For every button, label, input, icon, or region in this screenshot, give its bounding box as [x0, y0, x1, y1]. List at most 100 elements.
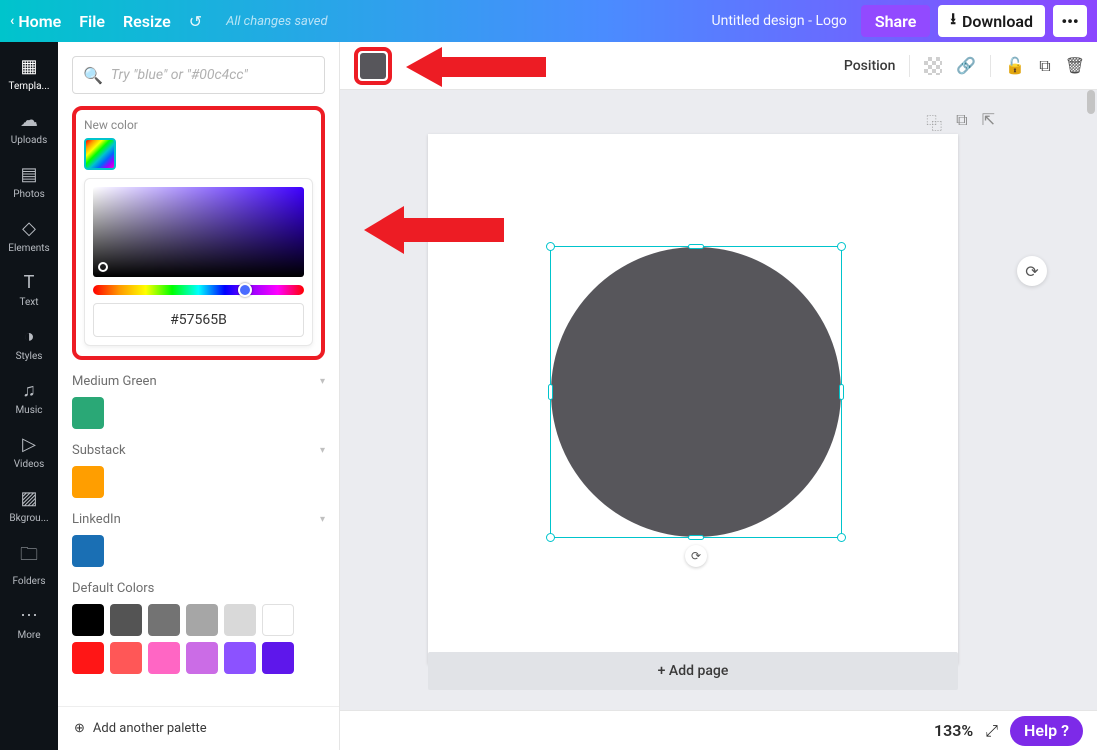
hue-slider[interactable]	[93, 285, 304, 295]
search-input[interactable]	[111, 67, 314, 83]
palette-title-substack[interactable]: Substack▾	[72, 443, 325, 458]
file-menu[interactable]: File	[79, 12, 105, 31]
selection-box[interactable]: ⟳	[550, 246, 842, 538]
rail-photos[interactable]: ▤Photos	[0, 156, 58, 210]
palette-title-linkedin[interactable]: LinkedIn▾	[72, 512, 325, 527]
download-button[interactable]: ⭳ Download	[938, 5, 1045, 37]
resize-handle-br[interactable]	[837, 533, 846, 542]
swatch-default[interactable]	[224, 604, 256, 636]
export-page-icon[interactable]: ⇱	[982, 110, 995, 134]
vertical-scrollbar[interactable]	[1085, 90, 1097, 710]
saturation-area[interactable]	[93, 187, 304, 277]
resize-handle-tr[interactable]	[837, 242, 846, 251]
rail-background[interactable]: ▨ Bkgrou...	[0, 480, 58, 534]
swatch-default[interactable]	[148, 604, 180, 636]
resize-handle-r[interactable]	[839, 384, 844, 400]
swatch-default[interactable]	[72, 642, 104, 674]
fullscreen-button[interactable]: ⤢	[985, 721, 998, 741]
design-title[interactable]: Untitled design - Logo	[712, 13, 847, 29]
background-icon: ▨	[0, 488, 58, 509]
text-icon: T	[0, 272, 58, 293]
chevron-left-icon: ‹	[10, 13, 14, 29]
swatch-default[interactable]	[186, 604, 218, 636]
delete-button[interactable]: 🗑	[1065, 56, 1085, 75]
rail-folders[interactable]: 🗀Folders	[0, 534, 58, 597]
resize-handle-b[interactable]	[688, 535, 704, 540]
rail-more[interactable]: ⋯More	[0, 597, 58, 651]
add-new-color-swatch[interactable]	[84, 138, 116, 170]
canvas-area: Position 🔗 🔓 ⧉ 🗑 ⿻ ⧉ ⇱	[340, 42, 1097, 750]
rail-elements[interactable]: ◇ Elements	[0, 210, 58, 264]
help-label: Help	[1024, 721, 1057, 740]
save-status: All changes saved	[226, 14, 327, 29]
hue-thumb[interactable]	[238, 283, 252, 297]
zoom-level[interactable]: 133%	[934, 721, 973, 740]
rail-label: Text	[0, 297, 58, 308]
rotate-handle[interactable]: ⟳	[685, 545, 707, 567]
plus-icon: ⊕	[74, 721, 85, 736]
transparency-button[interactable]	[924, 57, 942, 75]
scrollbar-thumb[interactable]	[1087, 90, 1095, 114]
palette-title-label: LinkedIn	[72, 512, 121, 527]
rail-label: Bkgrou...	[0, 513, 58, 524]
resize-menu[interactable]: Resize	[123, 12, 171, 31]
default-colors-title: Default Colors	[72, 581, 325, 596]
duplicate-button[interactable]: ⧉	[1039, 56, 1050, 76]
more-button[interactable]: •••	[1053, 5, 1087, 37]
resize-handle-bl[interactable]	[546, 533, 555, 542]
chevron-down-icon: ▾	[320, 376, 325, 387]
circle-shape[interactable]	[551, 247, 841, 537]
music-icon: ♫	[0, 380, 58, 401]
bottom-bar: 133% ⤢ Help?	[340, 710, 1097, 750]
rail-videos[interactable]: ▷Videos	[0, 426, 58, 480]
more-icon: ⋯	[0, 605, 58, 626]
back-home-button[interactable]: ‹ Home	[10, 12, 61, 31]
rail-uploads[interactable]: ☁Uploads	[0, 102, 58, 156]
fill-color-button[interactable]	[360, 53, 386, 79]
rail-music[interactable]: ♫Music	[0, 372, 58, 426]
swatch-default[interactable]	[186, 642, 218, 674]
swatch-substack[interactable]	[72, 466, 104, 498]
link-button[interactable]: 🔗	[956, 56, 976, 75]
rail-templates[interactable]: ▦Templa...	[0, 48, 58, 102]
hex-input[interactable]: #57565B	[93, 303, 304, 337]
swatch-default[interactable]	[262, 642, 294, 674]
stage[interactable]: ⿻ ⧉ ⇱ ⟳ ⟳ + Add page	[340, 90, 1097, 710]
elements-icon: ◇	[0, 218, 58, 239]
top-bar: ‹ Home File Resize ↺ All changes saved U…	[0, 0, 1097, 42]
rail-text[interactable]: T Text	[0, 264, 58, 318]
resize-handle-tl[interactable]	[546, 242, 555, 251]
swatch-medium-green[interactable]	[72, 397, 104, 429]
copy-page-icon[interactable]: ⿻	[926, 110, 942, 134]
swatch-default[interactable]	[110, 642, 142, 674]
resize-handle-l[interactable]	[548, 384, 553, 400]
styles-icon: ◑	[0, 326, 58, 347]
swatch-default[interactable]	[224, 642, 256, 674]
swatch-default[interactable]	[262, 604, 294, 636]
rail-label: Elements	[0, 243, 58, 254]
add-page-button[interactable]: + Add page	[428, 652, 958, 690]
page-canvas[interactable]: ⟳	[428, 134, 958, 664]
palette-title-label: Substack	[72, 443, 126, 458]
saturation-cursor[interactable]	[98, 262, 108, 272]
help-button[interactable]: Help?	[1010, 716, 1083, 746]
add-palette-button[interactable]: ⊕ Add another palette	[58, 706, 339, 750]
resize-handle-t[interactable]	[688, 244, 704, 249]
color-search[interactable]: 🔍	[72, 56, 325, 94]
swatch-default[interactable]	[110, 604, 142, 636]
share-button[interactable]: Share	[861, 5, 931, 37]
swatch-default[interactable]	[148, 642, 180, 674]
rail-styles[interactable]: ◑ Styles	[0, 318, 58, 372]
palette-title-medium-green[interactable]: Medium Green▾	[72, 374, 325, 389]
position-button[interactable]: Position	[844, 58, 896, 74]
rail-label: Styles	[0, 351, 58, 362]
swatch-linkedin[interactable]	[72, 535, 104, 567]
lock-button[interactable]: 🔓	[1005, 56, 1025, 75]
undo-button[interactable]: ↺	[189, 12, 202, 31]
duplicate-page-icon[interactable]: ⧉	[956, 110, 967, 134]
swatch-default[interactable]	[72, 604, 104, 636]
download-icon: ⭳	[950, 8, 956, 35]
side-rail: ▦Templa... ☁Uploads ▤Photos ◇ Elements TT…	[0, 42, 58, 750]
uploads-icon: ☁	[0, 110, 58, 131]
sync-button[interactable]: ⟳	[1017, 256, 1047, 286]
